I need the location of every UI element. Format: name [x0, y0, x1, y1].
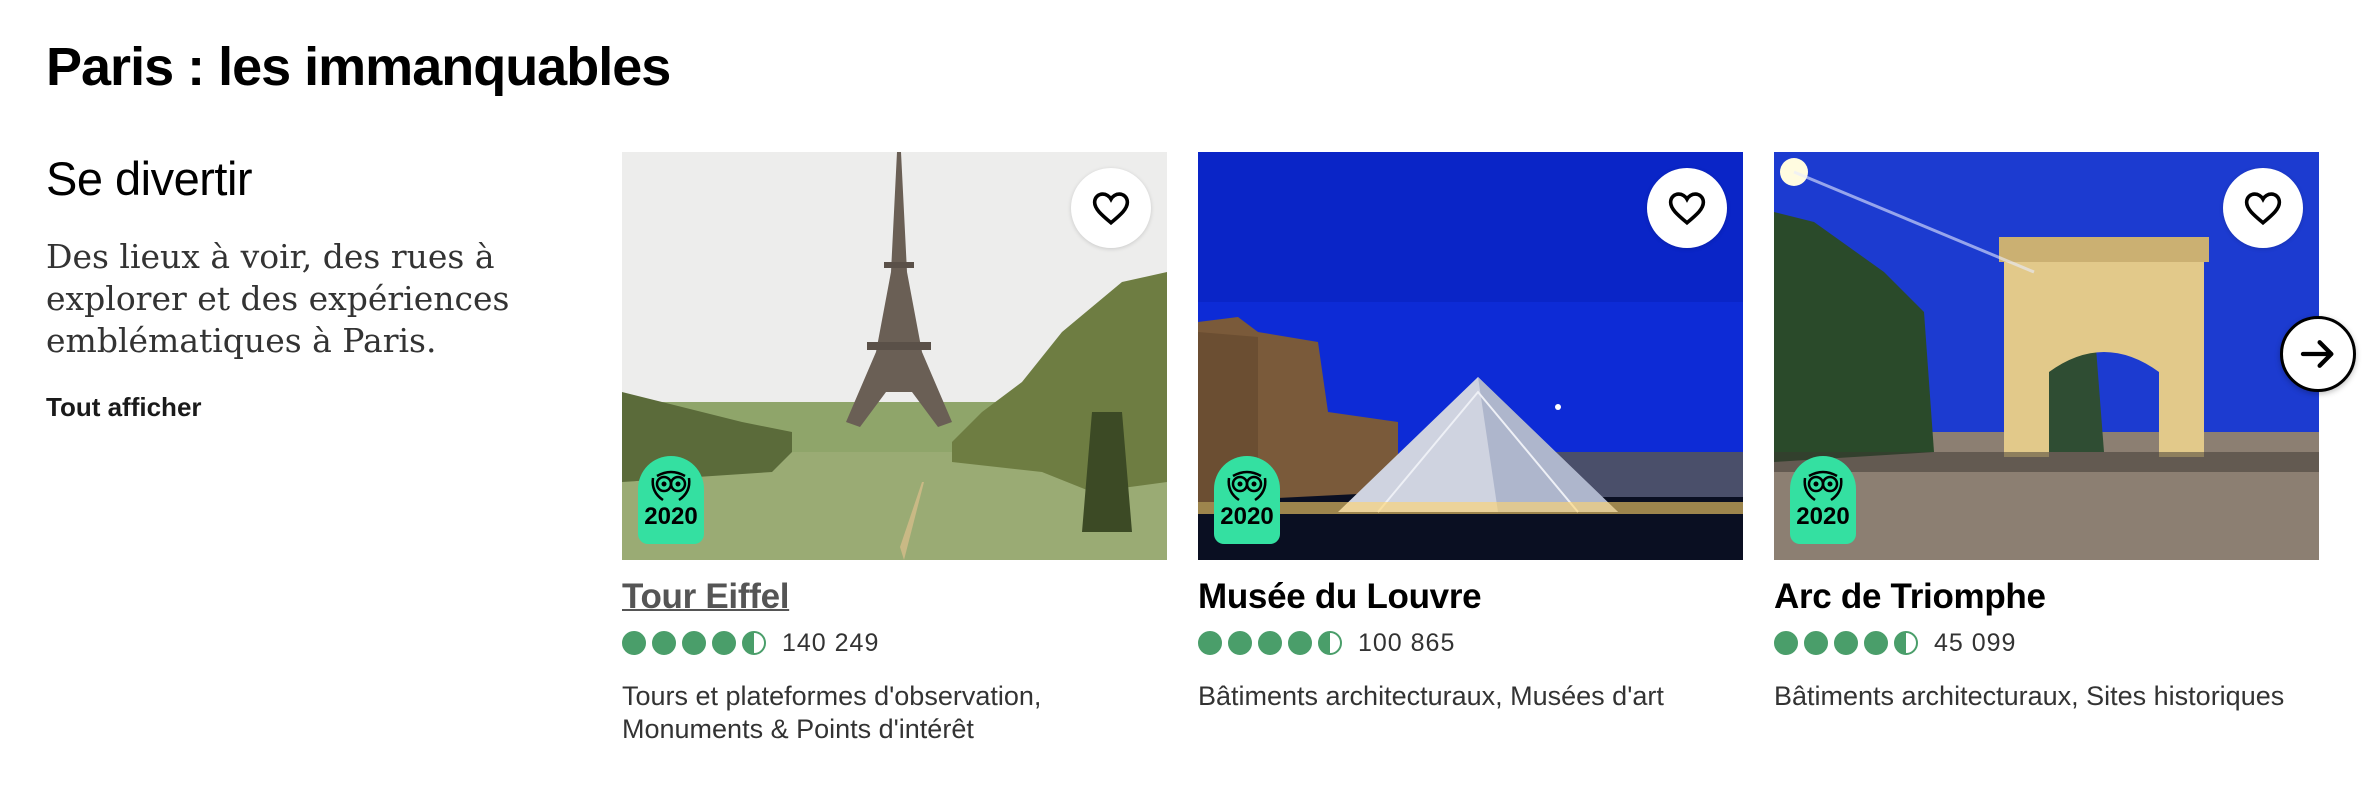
attraction-name[interactable]: Tour Eiffel	[622, 574, 1167, 620]
rating-bubble-icon	[1804, 631, 1828, 655]
attraction-categories: Tours et plateformes d'observation, Monu…	[622, 681, 1042, 744]
badge-year: 2020	[1796, 503, 1850, 530]
travelers-choice-badge: 2020	[1214, 456, 1280, 544]
save-button[interactable]	[1647, 168, 1727, 248]
heart-icon	[1092, 192, 1130, 226]
heart-icon	[1668, 192, 1706, 226]
save-button[interactable]	[2223, 168, 2303, 248]
tripadvisor-owl-icon	[651, 470, 691, 502]
page-title: Paris : les immanquables	[46, 37, 671, 97]
rating-bubble-icon	[1834, 631, 1858, 655]
section-heading: Se divertir	[46, 152, 253, 205]
attraction-name[interactable]: Musée du Louvre	[1198, 574, 1743, 620]
attraction-categories: Bâtiments architecturaux, Musées d'art	[1198, 681, 1664, 711]
tripadvisor-owl-icon	[1803, 470, 1843, 502]
attraction-photo[interactable]: 2020	[1774, 152, 2319, 560]
travelers-choice-badge: 2020	[1790, 456, 1856, 544]
badge-year: 2020	[1220, 503, 1274, 530]
rating-half-bubble-icon	[742, 631, 766, 655]
save-button[interactable]	[1071, 168, 1151, 248]
review-count[interactable]: 140 249	[782, 629, 879, 658]
rating-bubble-icon	[1774, 631, 1798, 655]
rating-bubble-icon	[1198, 631, 1222, 655]
attraction-card-arc[interactable]: 2020 Arc de Triomphe 45 099 Bâtiments ar…	[1774, 152, 2319, 713]
travelers-choice-badge: 2020	[638, 456, 704, 544]
review-count[interactable]: 45 099	[1934, 629, 2016, 658]
rating-bubbles	[622, 631, 766, 655]
attraction-card-louvre[interactable]: 2020 Musée du Louvre 100 865 Bâtiments a…	[1198, 152, 1743, 713]
attraction-name[interactable]: Arc de Triomphe	[1774, 574, 2319, 620]
rating-half-bubble-icon	[1894, 631, 1918, 655]
rating-bubble-icon	[682, 631, 706, 655]
rating: 45 099	[1774, 628, 2319, 658]
arrow-right-icon	[2300, 340, 2334, 368]
rating-bubble-icon	[1288, 631, 1312, 655]
review-count[interactable]: 100 865	[1358, 629, 1455, 658]
section-intro: Se divertir Des lieux à voir, des rues à…	[46, 148, 566, 423]
rating-half-bubble-icon	[1318, 631, 1342, 655]
rating-bubble-icon	[1228, 631, 1252, 655]
rating-bubble-icon	[652, 631, 676, 655]
heart-icon	[2244, 192, 2282, 226]
rating-bubble-icon	[622, 631, 646, 655]
attraction-categories: Bâtiments architecturaux, Sites historiq…	[1774, 681, 2285, 711]
rating: 100 865	[1198, 628, 1743, 658]
attraction-photo[interactable]: 2020	[1198, 152, 1743, 560]
rating: 140 249	[622, 628, 1167, 658]
rating-bubble-icon	[712, 631, 736, 655]
carousel-next-button[interactable]	[2280, 316, 2356, 392]
tripadvisor-owl-icon	[1227, 470, 1267, 502]
see-all-link[interactable]: Tout afficher	[46, 392, 566, 423]
rating-bubbles	[1774, 631, 1918, 655]
section-description: Des lieux à voir, des rues à explorer et…	[46, 237, 510, 360]
rating-bubble-icon	[1864, 631, 1888, 655]
rating-bubbles	[1198, 631, 1342, 655]
attraction-photo[interactable]: 2020	[622, 152, 1167, 560]
rating-bubble-icon	[1258, 631, 1282, 655]
attraction-card-eiffel[interactable]: 2020 Tour Eiffel 140 249 Tours et platef…	[622, 152, 1167, 746]
badge-year: 2020	[644, 503, 698, 530]
